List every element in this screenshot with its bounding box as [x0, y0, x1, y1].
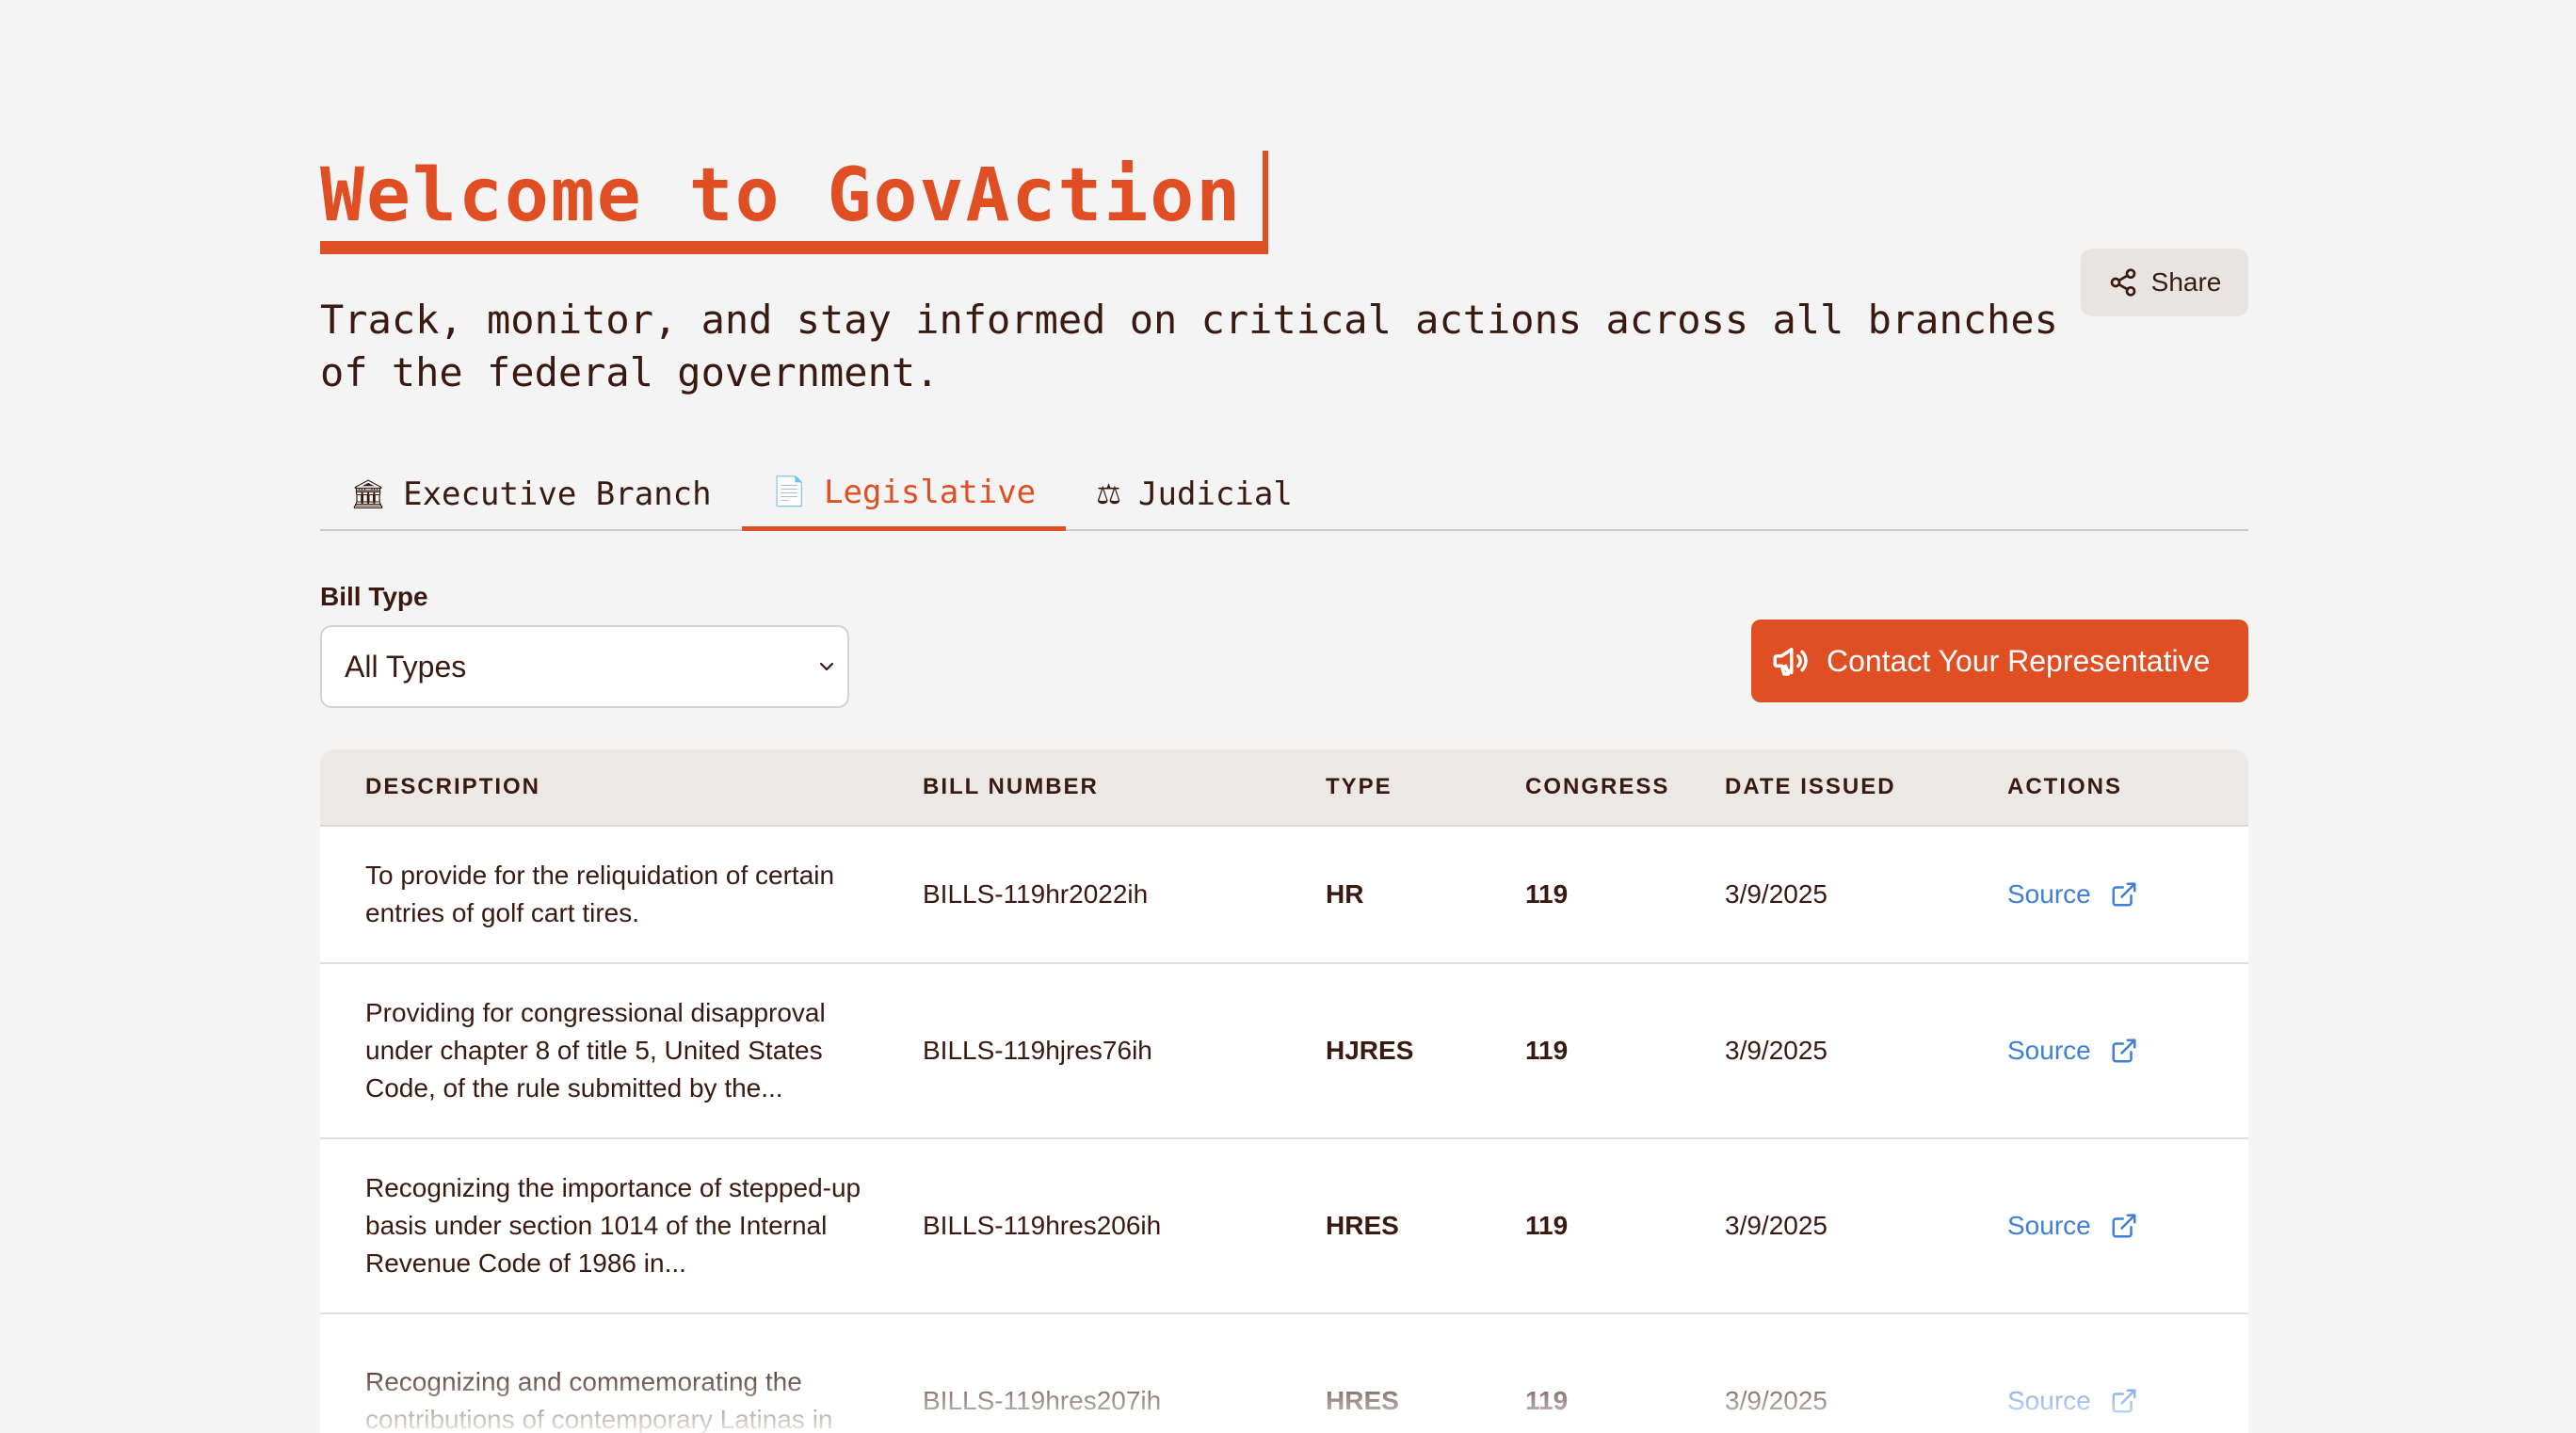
- source-link[interactable]: Source: [2007, 879, 2091, 910]
- tab-label: Judicial: [1138, 475, 1293, 513]
- external-link-icon[interactable]: [2110, 1037, 2138, 1065]
- chevron-down-icon: [819, 662, 834, 671]
- header-bill-number: BILL NUMBER: [923, 774, 1099, 799]
- header-description: DESCRIPTION: [365, 774, 541, 799]
- bill-type-select[interactable]: All Types: [320, 625, 849, 708]
- title-underline: Welcome to GovAction: [320, 151, 1269, 254]
- share-icon: [2110, 268, 2135, 297]
- table-row: To provide for the reliquidation of cert…: [320, 827, 2248, 964]
- cell-type: HRES: [1326, 1211, 1399, 1240]
- cell-bill-number: BILLS-119hres207ih: [923, 1386, 1162, 1415]
- cell-bill-number: BILLS-119hjres76ih: [923, 1036, 1152, 1065]
- contact-representative-label: Contact Your Representative: [1827, 643, 2211, 678]
- cell-congress: 119: [1525, 1211, 1569, 1240]
- tab-legislative[interactable]: 📄 Legislative: [741, 458, 1067, 531]
- tab-executive-branch[interactable]: 🏛 Executive Branch: [320, 458, 742, 531]
- page-title: Welcome to GovAction: [320, 153, 1243, 238]
- table-row: Recognizing and commemorating the contri…: [320, 1314, 2248, 1433]
- bill-type-selected-value: All Types: [345, 649, 467, 684]
- cell-actions: Source: [2007, 1211, 2248, 1241]
- cell-congress: 119: [1525, 1036, 1569, 1065]
- table-row: Recognizing the importance of stepped-up…: [320, 1139, 2248, 1314]
- cell-type: HJRES: [1326, 1036, 1414, 1065]
- megaphone-icon: [1773, 648, 1808, 676]
- tab-label: Legislative: [823, 473, 1037, 511]
- document-icon: 📄: [771, 475, 807, 508]
- cell-date-issued: 3/9/2025: [1725, 879, 1827, 909]
- table-row: Providing for congressional disapproval …: [320, 964, 2248, 1139]
- external-link-icon[interactable]: [2110, 1212, 2138, 1240]
- branch-tabs: 🏛 Executive Branch 📄 Legislative ⚖ Judic…: [320, 458, 2248, 531]
- bills-table: DESCRIPTION BILL NUMBER TYPE CONGRESS DA…: [320, 749, 2248, 1433]
- main-container: Welcome to GovAction Share Track, monito…: [320, 151, 2248, 1433]
- cell-bill-number: BILLS-119hr2022ih: [923, 879, 1149, 909]
- cell-date-issued: 3/9/2025: [1725, 1036, 1827, 1065]
- share-label: Share: [2150, 267, 2222, 297]
- cell-description: Providing for congressional disapproval …: [365, 998, 826, 1103]
- header-date-issued: DATE ISSUED: [1725, 774, 1896, 799]
- source-link[interactable]: Source: [2007, 1036, 2091, 1066]
- cell-actions: Source: [2007, 1386, 2248, 1416]
- tab-judicial[interactable]: ⚖ Judicial: [1066, 458, 1323, 531]
- external-link-icon[interactable]: [2110, 1387, 2138, 1415]
- page-subtitle: Track, monitor, and stay informed on cri…: [320, 297, 2058, 395]
- cell-description: To provide for the reliquidation of cert…: [365, 861, 835, 927]
- header-type: TYPE: [1326, 774, 1393, 799]
- contact-representative-button[interactable]: Contact Your Representative: [1751, 620, 2248, 702]
- share-button[interactable]: Share: [2081, 249, 2248, 316]
- cell-description: Recognizing the importance of stepped-up…: [365, 1173, 861, 1278]
- header-actions: ACTIONS: [2007, 774, 2122, 799]
- cell-type: HRES: [1326, 1386, 1399, 1415]
- cell-bill-number: BILLS-119hres206ih: [923, 1211, 1162, 1240]
- cell-date-issued: 3/9/2025: [1725, 1211, 1827, 1240]
- cell-congress: 119: [1525, 879, 1569, 909]
- external-link-icon[interactable]: [2110, 880, 2138, 909]
- tab-label: Executive Branch: [403, 475, 712, 513]
- cell-description: Recognizing and commemorating the contri…: [365, 1367, 833, 1433]
- cell-date-issued: 3/9/2025: [1725, 1386, 1827, 1415]
- page: Welcome to GovAction Share Track, monito…: [0, 0, 2576, 1433]
- source-link[interactable]: Source: [2007, 1386, 2091, 1416]
- source-link[interactable]: Source: [2007, 1211, 2091, 1241]
- cell-actions: Source: [2007, 879, 2248, 910]
- cell-type: HR: [1326, 879, 1364, 909]
- table-header: DESCRIPTION BILL NUMBER TYPE CONGRESS DA…: [320, 749, 2248, 827]
- filter-row: Bill Type All Types Contact Your Represe…: [320, 582, 2248, 708]
- cell-congress: 119: [1525, 1386, 1569, 1415]
- bill-type-label: Bill Type: [320, 582, 428, 611]
- scales-icon: ⚖: [1096, 477, 1122, 511]
- header-congress: CONGRESS: [1525, 774, 1670, 799]
- building-icon: 🏛: [350, 477, 387, 511]
- cell-actions: Source: [2007, 1036, 2248, 1066]
